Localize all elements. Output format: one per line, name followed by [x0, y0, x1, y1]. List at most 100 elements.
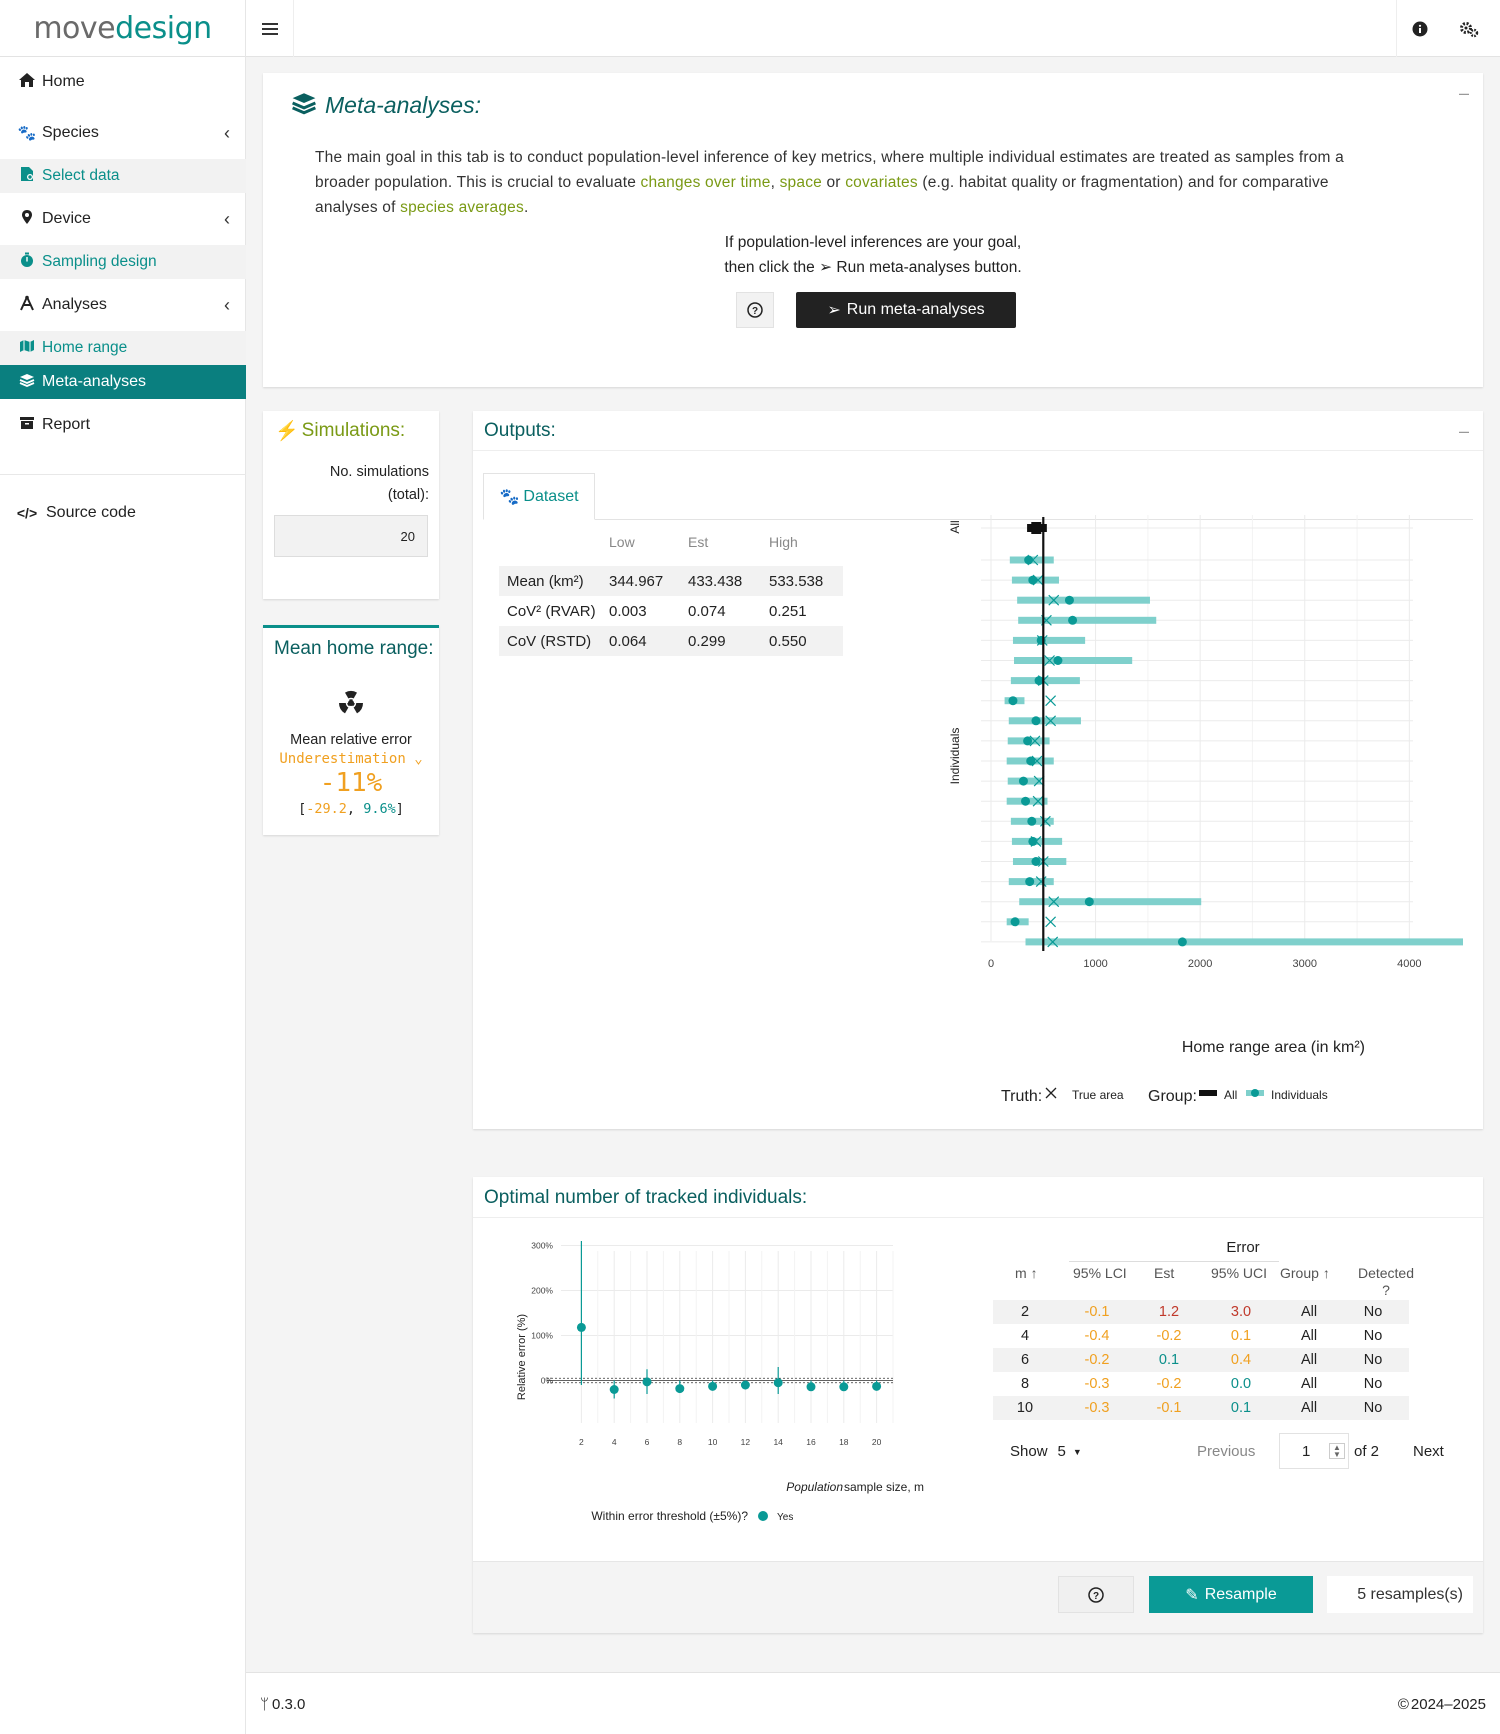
- optimal-help-button[interactable]: ?: [1058, 1576, 1134, 1613]
- collapse-icon[interactable]: –: [1459, 421, 1469, 442]
- sidebar-item-label: Analyses: [42, 296, 107, 313]
- stopwatch-icon: [16, 252, 38, 272]
- version-info: ᛘ 0.3.0: [260, 1696, 305, 1713]
- page-input[interactable]: 1 ▲ ▼: [1279, 1433, 1349, 1469]
- goal-text: If population-level inferences are your …: [263, 230, 1483, 280]
- sidebar-item-home-range[interactable]: Home range: [0, 331, 246, 365]
- caret-down-icon: ▼: [1072, 1446, 1082, 1457]
- next-button[interactable]: Next: [1413, 1443, 1444, 1460]
- legend-truth-title: Truth:: [1001, 1088, 1042, 1105]
- link-covariates[interactable]: covariates: [845, 174, 918, 191]
- sidebar-item-source-code[interactable]: </> Source code: [0, 493, 246, 533]
- sidebar: Home 🐾 Species ‹ Select data Device ‹ Sa…: [0, 57, 246, 1734]
- code-branch-icon: ᛘ: [260, 1696, 270, 1713]
- top-navbar: move design: [0, 0, 1500, 57]
- col-label: Group: [1280, 1265, 1319, 1281]
- sort-up-icon: ↑: [1030, 1265, 1038, 1281]
- intro-header: Meta-analyses:: [291, 91, 481, 120]
- logo-text-right: design: [115, 11, 212, 46]
- sidebar-item-label: Home: [42, 73, 85, 90]
- cell-lci: -0.1: [1084, 1304, 1110, 1320]
- cell-uci: 0.0: [1230, 1376, 1252, 1392]
- mean-error-ci: [-29.2, 9.6%]: [263, 801, 439, 817]
- col-header-m[interactable]: m ↑: [1015, 1265, 1038, 1281]
- previous-button[interactable]: Previous: [1197, 1443, 1255, 1460]
- version-text: 0.3.0: [272, 1696, 306, 1713]
- legend-point: [758, 1511, 768, 1521]
- sidebar-item-home[interactable]: Home: [0, 57, 246, 107]
- col-header-detected[interactable]: Detected ?: [1356, 1265, 1416, 1299]
- cell-group: All: [1300, 1304, 1318, 1320]
- copyright-icon: ©: [1397, 1696, 1409, 1713]
- sidebar-item-report[interactable]: Report: [0, 399, 246, 451]
- home-range-chart: 0 1000 2000 3000 4000 All Individuals Home r…: [948, 515, 1463, 1105]
- ci-bracket: ]: [395, 801, 404, 817]
- individual-ci-bar: [1025, 938, 1463, 946]
- paper-plane-icon: ➢: [827, 302, 841, 319]
- simulations-count-field[interactable]: 20: [274, 515, 428, 557]
- intro-text: analyses of: [315, 199, 401, 216]
- ci-sep: ,: [346, 801, 364, 817]
- ci-high: 9.6%: [363, 801, 396, 817]
- outputs-header: Outputs: –: [473, 411, 1483, 451]
- intro-text: (e.g. habitat quality or fragmentation) …: [917, 174, 1329, 191]
- cell-m: 4: [1020, 1328, 1030, 1344]
- mean-home-range-panel: Mean home range: Mean relative error Und…: [263, 625, 439, 835]
- app-logo[interactable]: move design: [0, 0, 246, 57]
- x-axis-label-italic: Population: [786, 1480, 843, 1494]
- help-button[interactable]: ?: [736, 292, 774, 328]
- col-header-uci[interactable]: 95% UCI: [1211, 1265, 1267, 1281]
- individual-estimate-point: [1010, 917, 1020, 927]
- sidebar-item-select-data[interactable]: Select data: [0, 159, 246, 193]
- link-changes-over-time[interactable]: changes over time: [641, 174, 771, 191]
- col-header-est[interactable]: Est: [1154, 1265, 1174, 1281]
- intro-paragraph: The main goal in this tab is to conduct …: [315, 145, 1455, 220]
- sidebar-item-species[interactable]: 🐾 Species ‹: [0, 107, 246, 159]
- table-row: 10 -0.3 -0.1 0.1 All No: [993, 1396, 1409, 1420]
- hamburger-icon[interactable]: [246, 0, 294, 57]
- col-header-group[interactable]: Group ↑: [1280, 1265, 1330, 1281]
- link-space[interactable]: space: [780, 174, 822, 191]
- intro-line-3: analyses of species averages.: [315, 195, 1455, 220]
- page-value: 1: [1302, 1442, 1311, 1460]
- sidebar-item-label: Home range: [42, 339, 128, 356]
- col-header-lci[interactable]: 95% LCI: [1073, 1265, 1127, 1281]
- table-row: Mean (km²) 344.967 433.438 533.538: [499, 566, 843, 596]
- resample-button[interactable]: ✎ Resample: [1149, 1576, 1313, 1613]
- y-group-label-all: All: [948, 520, 962, 533]
- simulations-label: No. simulations (total):: [330, 461, 429, 507]
- sidebar-item-analyses[interactable]: Analyses ‹: [0, 279, 246, 331]
- cell-m: 8: [1020, 1376, 1030, 1392]
- tab-dataset[interactable]: 🐾 Dataset: [483, 473, 595, 520]
- individual-estimate-point: [1027, 816, 1037, 826]
- sidebar-item-device[interactable]: Device ‹: [0, 193, 246, 245]
- sidebar-divider: [0, 474, 246, 475]
- tab-dataset-label: Dataset: [523, 487, 579, 505]
- info-icon[interactable]: [1396, 0, 1442, 57]
- show-entries-select[interactable]: 5 ▼: [1058, 1443, 1082, 1460]
- cell-m: 6: [1020, 1352, 1030, 1368]
- optimal-footer: ? ✎ Resample 5 resamples(s): [473, 1561, 1483, 1633]
- sidebar-item-meta-analyses[interactable]: Meta-analyses: [0, 365, 246, 399]
- collapse-icon[interactable]: –: [1459, 83, 1469, 104]
- individual-estimate-point: [1084, 897, 1094, 907]
- intro-text: ,: [770, 174, 780, 191]
- home-icon: [16, 72, 38, 92]
- table-header: High: [769, 534, 798, 550]
- y-tick-label: 100%: [531, 1331, 553, 1341]
- spinner-icon[interactable]: ▲ ▼: [1329, 1443, 1345, 1459]
- intro-line-2: broader population. This is crucial to e…: [315, 170, 1455, 195]
- x-tick-label: 2000: [1188, 958, 1212, 970]
- simulations-panel: ⚡ Simulations: No. simulations (total): 2…: [263, 411, 439, 599]
- show-label: Show: [1010, 1443, 1048, 1460]
- gears-icon[interactable]: [1446, 0, 1492, 57]
- chart-marks: [547, 1241, 893, 1399]
- chevron-left-icon: ‹: [224, 122, 230, 143]
- sidebar-item-sampling-design[interactable]: Sampling design: [0, 245, 246, 279]
- ci-low: -29.2: [306, 801, 347, 817]
- link-species-averages[interactable]: species averages: [400, 199, 524, 216]
- cell-detected: No: [1363, 1376, 1383, 1392]
- resamples-count: 5 resamples(s): [1327, 1576, 1473, 1613]
- run-meta-analyses-button[interactable]: ➢ Run meta-analyses: [796, 292, 1016, 328]
- table-header: Est: [688, 534, 709, 550]
